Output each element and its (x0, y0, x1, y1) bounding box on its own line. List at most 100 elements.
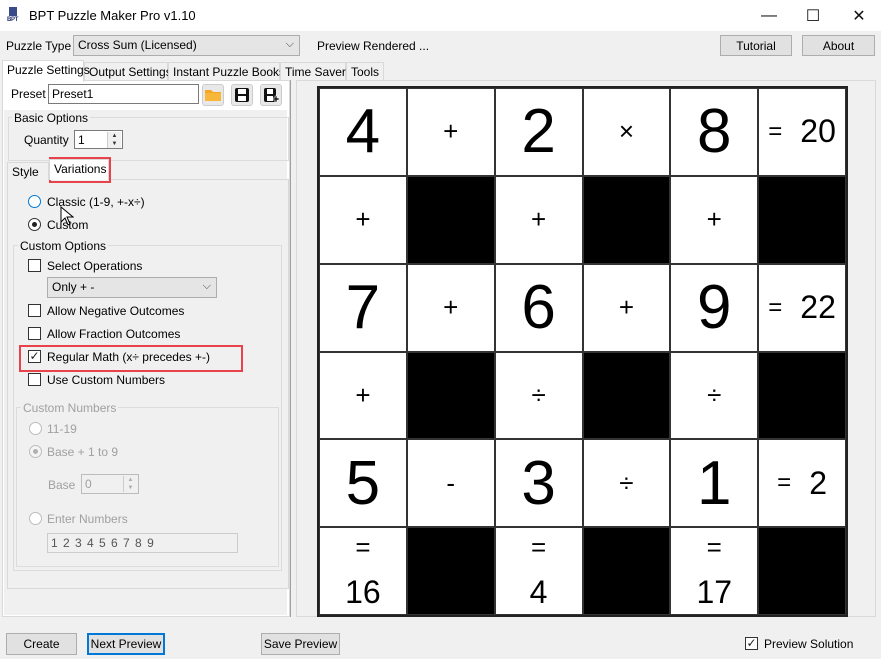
window-title: BPT Puzzle Maker Pro v1.10 (29, 8, 196, 23)
base-stepper[interactable]: 0 ▲ ▼ (81, 474, 139, 494)
black-cell (582, 175, 671, 264)
operations-value: Only + - (52, 280, 95, 294)
regular-math-highlight (19, 345, 243, 372)
black-cell (582, 527, 671, 615)
chevron-down-icon: ⌵ (285, 38, 294, 50)
classic-radio[interactable] (28, 195, 41, 208)
result-value: 16 (345, 574, 381, 611)
operator-cell: + (406, 88, 495, 176)
save-preset-button[interactable] (231, 84, 253, 106)
tab-instant-puzzle-books[interactable]: Instant Puzzle Books (168, 62, 285, 81)
number-cell: 4 (319, 88, 407, 176)
equals-sign: = (706, 532, 722, 563)
puzzle-type-value: Cross Sum (Licensed) (78, 38, 197, 52)
tab-variations[interactable]: Variations (49, 159, 109, 180)
base-spin-buttons[interactable]: ▲ ▼ (123, 476, 137, 492)
base-value: 0 (85, 477, 92, 491)
select-operations-checkbox[interactable] (28, 259, 41, 272)
number-cell: 5 (319, 439, 407, 528)
operator-cell: ÷ (670, 351, 759, 440)
puzzle-grid: 4 +2 × 8 = 20 + + +7 +6 +9 = 22 + ÷ ÷ 5-3 ÷ 1 = 2 = 16 = 4 = 17 (317, 86, 848, 617)
puzzle-type-dropdown[interactable]: Cross Sum (Licensed) ⌵ (73, 35, 300, 56)
puzzle-type-label: Puzzle Type (6, 39, 72, 53)
operator-cell: + (406, 263, 495, 352)
equals-sign: = (777, 469, 792, 497)
preset-label: Preset (11, 87, 46, 101)
preview-solution-checkbox[interactable]: ✓ (745, 637, 758, 650)
number-cell: 2 (494, 88, 583, 176)
number-cell: 1 (670, 439, 759, 528)
splitter[interactable] (290, 80, 291, 617)
next-preview-button[interactable]: Next Preview (87, 633, 165, 655)
custom-options-title: Custom Options (18, 239, 109, 253)
tutorial-button[interactable]: Tutorial (720, 35, 792, 56)
result-value: 2 (809, 464, 827, 501)
row-result-cell: = 22 (758, 263, 846, 352)
save-preview-button[interactable]: Save Preview (261, 633, 340, 655)
allow-fraction-checkbox[interactable] (28, 327, 41, 340)
numbers-input[interactable]: 1 2 3 4 5 6 7 8 9 (47, 533, 238, 553)
allow-negative-checkbox[interactable] (28, 304, 41, 317)
equals-sign: = (768, 293, 783, 321)
minimize-button[interactable]: — (746, 0, 792, 31)
equals-sign: = (355, 532, 371, 563)
create-button[interactable]: Create (6, 633, 77, 655)
result-value: 20 (800, 113, 836, 150)
black-cell (758, 527, 846, 615)
operator-cell: × (582, 88, 671, 176)
operator-cell: + (494, 175, 583, 264)
tab-tools[interactable]: Tools (346, 62, 384, 81)
save-as-icon (264, 88, 279, 103)
enter-numbers-label: Enter Numbers (47, 512, 128, 526)
equals-sign: = (530, 532, 547, 563)
range-11-19-label: 11-19 (47, 422, 77, 436)
quantity-stepper[interactable]: 1 ▲ ▼ (74, 130, 123, 149)
preset-input[interactable]: Preset1 (48, 84, 199, 104)
tab-style[interactable]: Style (7, 162, 49, 180)
save-as-preset-button[interactable] (260, 84, 282, 106)
result-value: 4 (529, 574, 548, 611)
operator-cell: ÷ (494, 351, 583, 440)
result-value: 17 (696, 574, 733, 611)
preview-solution-label: Preview Solution (764, 637, 854, 651)
tab-puzzle-settings[interactable]: Puzzle Settings (2, 60, 90, 82)
column-result-cell: = 4 (494, 527, 583, 615)
black-cell (758, 351, 846, 440)
maximize-button[interactable]: ☐ (790, 0, 836, 31)
operator-cell: + (319, 351, 407, 440)
quantity-value: 1 (78, 133, 85, 147)
operator-cell: + (670, 175, 759, 264)
operator-cell: ÷ (582, 439, 671, 528)
allow-fraction-label: Allow Fraction Outcomes (47, 327, 181, 341)
column-result-cell: = 17 (670, 527, 759, 615)
custom-numbers-title: Custom Numbers (21, 401, 119, 415)
column-result-cell: = 16 (319, 527, 407, 615)
mouse-cursor-icon (60, 206, 74, 226)
range-11-19-radio[interactable] (29, 422, 42, 435)
tab-output-settings[interactable]: Output Settings (84, 62, 172, 81)
open-preset-button[interactable] (202, 84, 224, 106)
black-cell (406, 175, 495, 264)
number-cell: 7 (319, 263, 407, 352)
result-value: 22 (800, 289, 836, 326)
base-radio[interactable] (29, 445, 42, 458)
black-cell (582, 351, 671, 440)
spin-buttons[interactable]: ▲ ▼ (107, 132, 121, 148)
operator-cell: + (582, 263, 671, 352)
custom-radio[interactable] (28, 218, 41, 231)
number-cell: 6 (494, 263, 583, 352)
use-custom-numbers-label: Use Custom Numbers (47, 373, 166, 387)
allow-negative-label: Allow Negative Outcomes (47, 304, 185, 318)
enter-numbers-radio[interactable] (29, 512, 42, 525)
status-text: Preview Rendered ... (317, 39, 430, 53)
number-cell: 3 (494, 439, 583, 528)
row-result-cell: = 2 (758, 439, 846, 528)
close-button[interactable]: ✕ (836, 0, 881, 31)
operations-dropdown[interactable]: Only + - ⌵ (47, 277, 217, 298)
use-custom-numbers-checkbox[interactable] (28, 373, 41, 386)
chevron-down-icon: ⌵ (202, 280, 211, 292)
tab-time-saver[interactable]: Time Saver (280, 62, 346, 81)
equals-sign: = (768, 117, 783, 145)
quantity-label: Quantity (24, 133, 69, 147)
about-button[interactable]: About (802, 35, 875, 56)
